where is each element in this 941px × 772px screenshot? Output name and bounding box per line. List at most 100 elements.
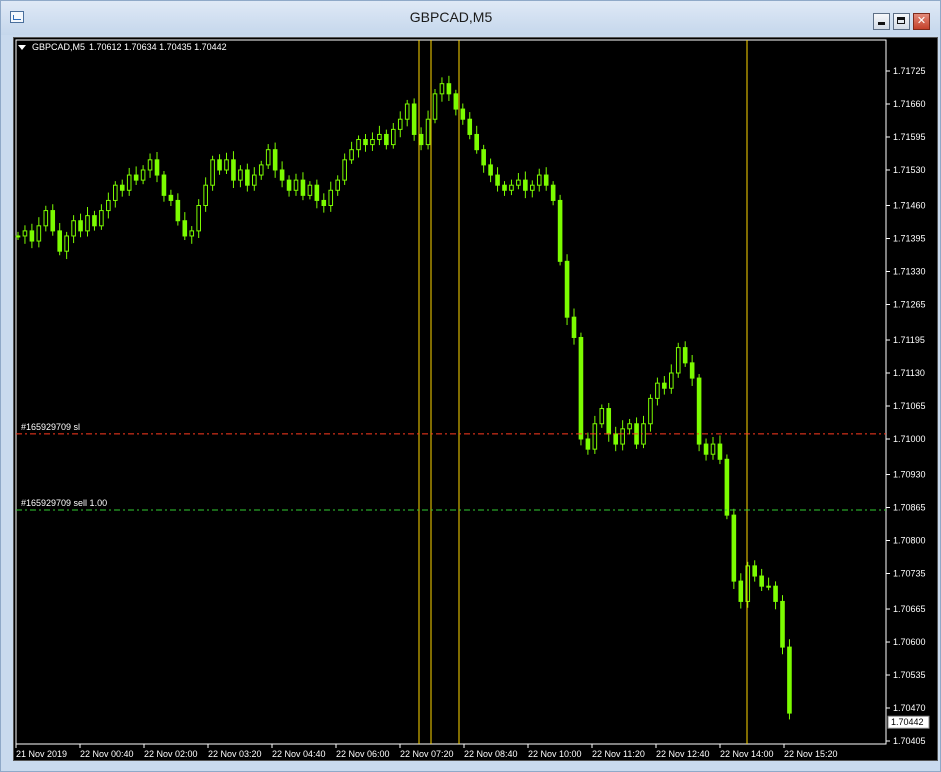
x-tick-label: 22 Nov 12:40: [656, 749, 710, 759]
chart-symbol: GBPCAD,M5: [32, 42, 86, 52]
candle-body: [738, 580, 744, 602]
candle-body: [627, 423, 632, 430]
candle-body: [286, 179, 292, 191]
candle-body: [99, 210, 104, 227]
candle-body: [411, 103, 417, 135]
candle-body: [502, 184, 507, 191]
candle-body: [154, 159, 160, 176]
candle-body: [22, 230, 28, 237]
plot-frame: [15, 39, 887, 745]
candle-body: [314, 184, 320, 201]
candle-body: [293, 179, 299, 191]
candle-body: [36, 225, 42, 242]
candle-body: [92, 215, 97, 227]
candle-body: [245, 169, 250, 186]
minimize-button[interactable]: [873, 13, 890, 30]
chart-canvas[interactable]: 1.71725 1.71660 1.71595 1.71530 1.71460 1.713…: [14, 38, 937, 760]
candle-body: [536, 174, 542, 186]
price-chart[interactable]: 1.71725 1.71660 1.71595 1.71530 1.71460 1.713…: [13, 37, 938, 761]
y-tick-label: 1.70735: [893, 569, 926, 579]
candle-body: [238, 169, 243, 181]
y-tick-label: 1.70470: [893, 703, 926, 713]
chart-header: GBPCAD,M5 1.70612 1.70634 1.70435 1.7044…: [18, 42, 227, 52]
candle-body: [203, 184, 208, 207]
y-tick-label: 1.70600: [893, 637, 926, 647]
chart-ohlc: 1.70612 1.70634 1.70435 1.70442: [89, 42, 227, 52]
candle-body: [432, 93, 438, 120]
candle-body: [349, 149, 354, 161]
stop-loss-label: #165929709 sl: [21, 422, 80, 432]
candle-body: [15, 235, 21, 238]
candle-body: [210, 159, 215, 186]
candle-body: [787, 646, 792, 714]
window-title: GBPCAD,M5: [409, 9, 493, 25]
candle-body: [231, 159, 236, 181]
close-icon: ✕: [916, 15, 927, 27]
candle-body: [571, 316, 577, 338]
candle-body: [460, 108, 466, 120]
candle-body: [523, 179, 528, 191]
candle-body: [745, 565, 751, 602]
candle-body: [119, 184, 125, 191]
candle-body: [592, 423, 598, 450]
candle-body: [689, 362, 695, 379]
candle-body: [78, 220, 83, 232]
candle-body: [29, 230, 35, 242]
candle-body: [446, 83, 452, 95]
candle-body: [370, 139, 375, 146]
candle-body: [265, 149, 271, 166]
candle-body: [425, 118, 431, 146]
candle-body: [474, 133, 479, 151]
candle-body: [64, 235, 69, 252]
candle-body: [578, 336, 584, 440]
current-price-label: 1.70442: [891, 717, 924, 727]
candle-body: [606, 408, 612, 435]
candle-body: [196, 205, 201, 232]
candle-body: [495, 174, 500, 186]
candle-body: [384, 133, 389, 146]
candle-body: [481, 149, 486, 166]
candle-body: [599, 408, 605, 425]
candle-body: [363, 139, 368, 146]
candle-body: [217, 159, 222, 171]
candle-body: [669, 372, 674, 389]
candle-body: [161, 174, 167, 196]
title-bar[interactable]: GBPCAD,M5 ✕: [1, 1, 940, 35]
maximize-button[interactable]: [893, 13, 910, 30]
x-tick-label: 22 Nov 15:20: [784, 749, 838, 759]
candle-body: [147, 159, 153, 171]
candle-body: [439, 83, 445, 95]
y-tick-label: 1.71460: [893, 201, 926, 211]
chart-menu-triangle-icon[interactable]: [18, 44, 26, 50]
close-button[interactable]: ✕: [913, 13, 930, 30]
candle-body: [759, 575, 764, 587]
x-tick-label: 22 Nov 07:20: [400, 749, 454, 759]
candle-body: [710, 443, 716, 455]
candle-body: [780, 600, 785, 648]
candle-body: [703, 443, 709, 455]
y-tick-label: 1.71660: [893, 99, 926, 109]
candle-body: [404, 103, 410, 120]
candle-body: [516, 179, 521, 186]
candle-body: [258, 164, 264, 176]
y-tick-label: 1.71265: [893, 299, 926, 309]
y-tick-label: 1.71725: [893, 66, 926, 76]
x-tick-label: 21 Nov 2019: [16, 749, 67, 759]
y-tick-label: 1.70535: [893, 670, 926, 680]
candle-body: [106, 199, 111, 212]
candle-body: [530, 184, 535, 191]
y-tick-label: 1.70930: [893, 470, 926, 480]
y-tick-label: 1.70800: [893, 536, 926, 546]
y-tick-label: 1.71595: [893, 132, 926, 142]
candle-body: [43, 210, 49, 227]
candle-body: [662, 382, 667, 389]
candle-body: [391, 128, 396, 146]
candle-body: [168, 194, 174, 201]
candle-body: [85, 215, 90, 232]
candle-body: [133, 174, 139, 181]
candle-body: [71, 220, 76, 237]
candle-body: [453, 93, 459, 110]
candle-body: [550, 184, 556, 201]
candle-body: [50, 210, 56, 232]
candle-body: [488, 164, 493, 176]
